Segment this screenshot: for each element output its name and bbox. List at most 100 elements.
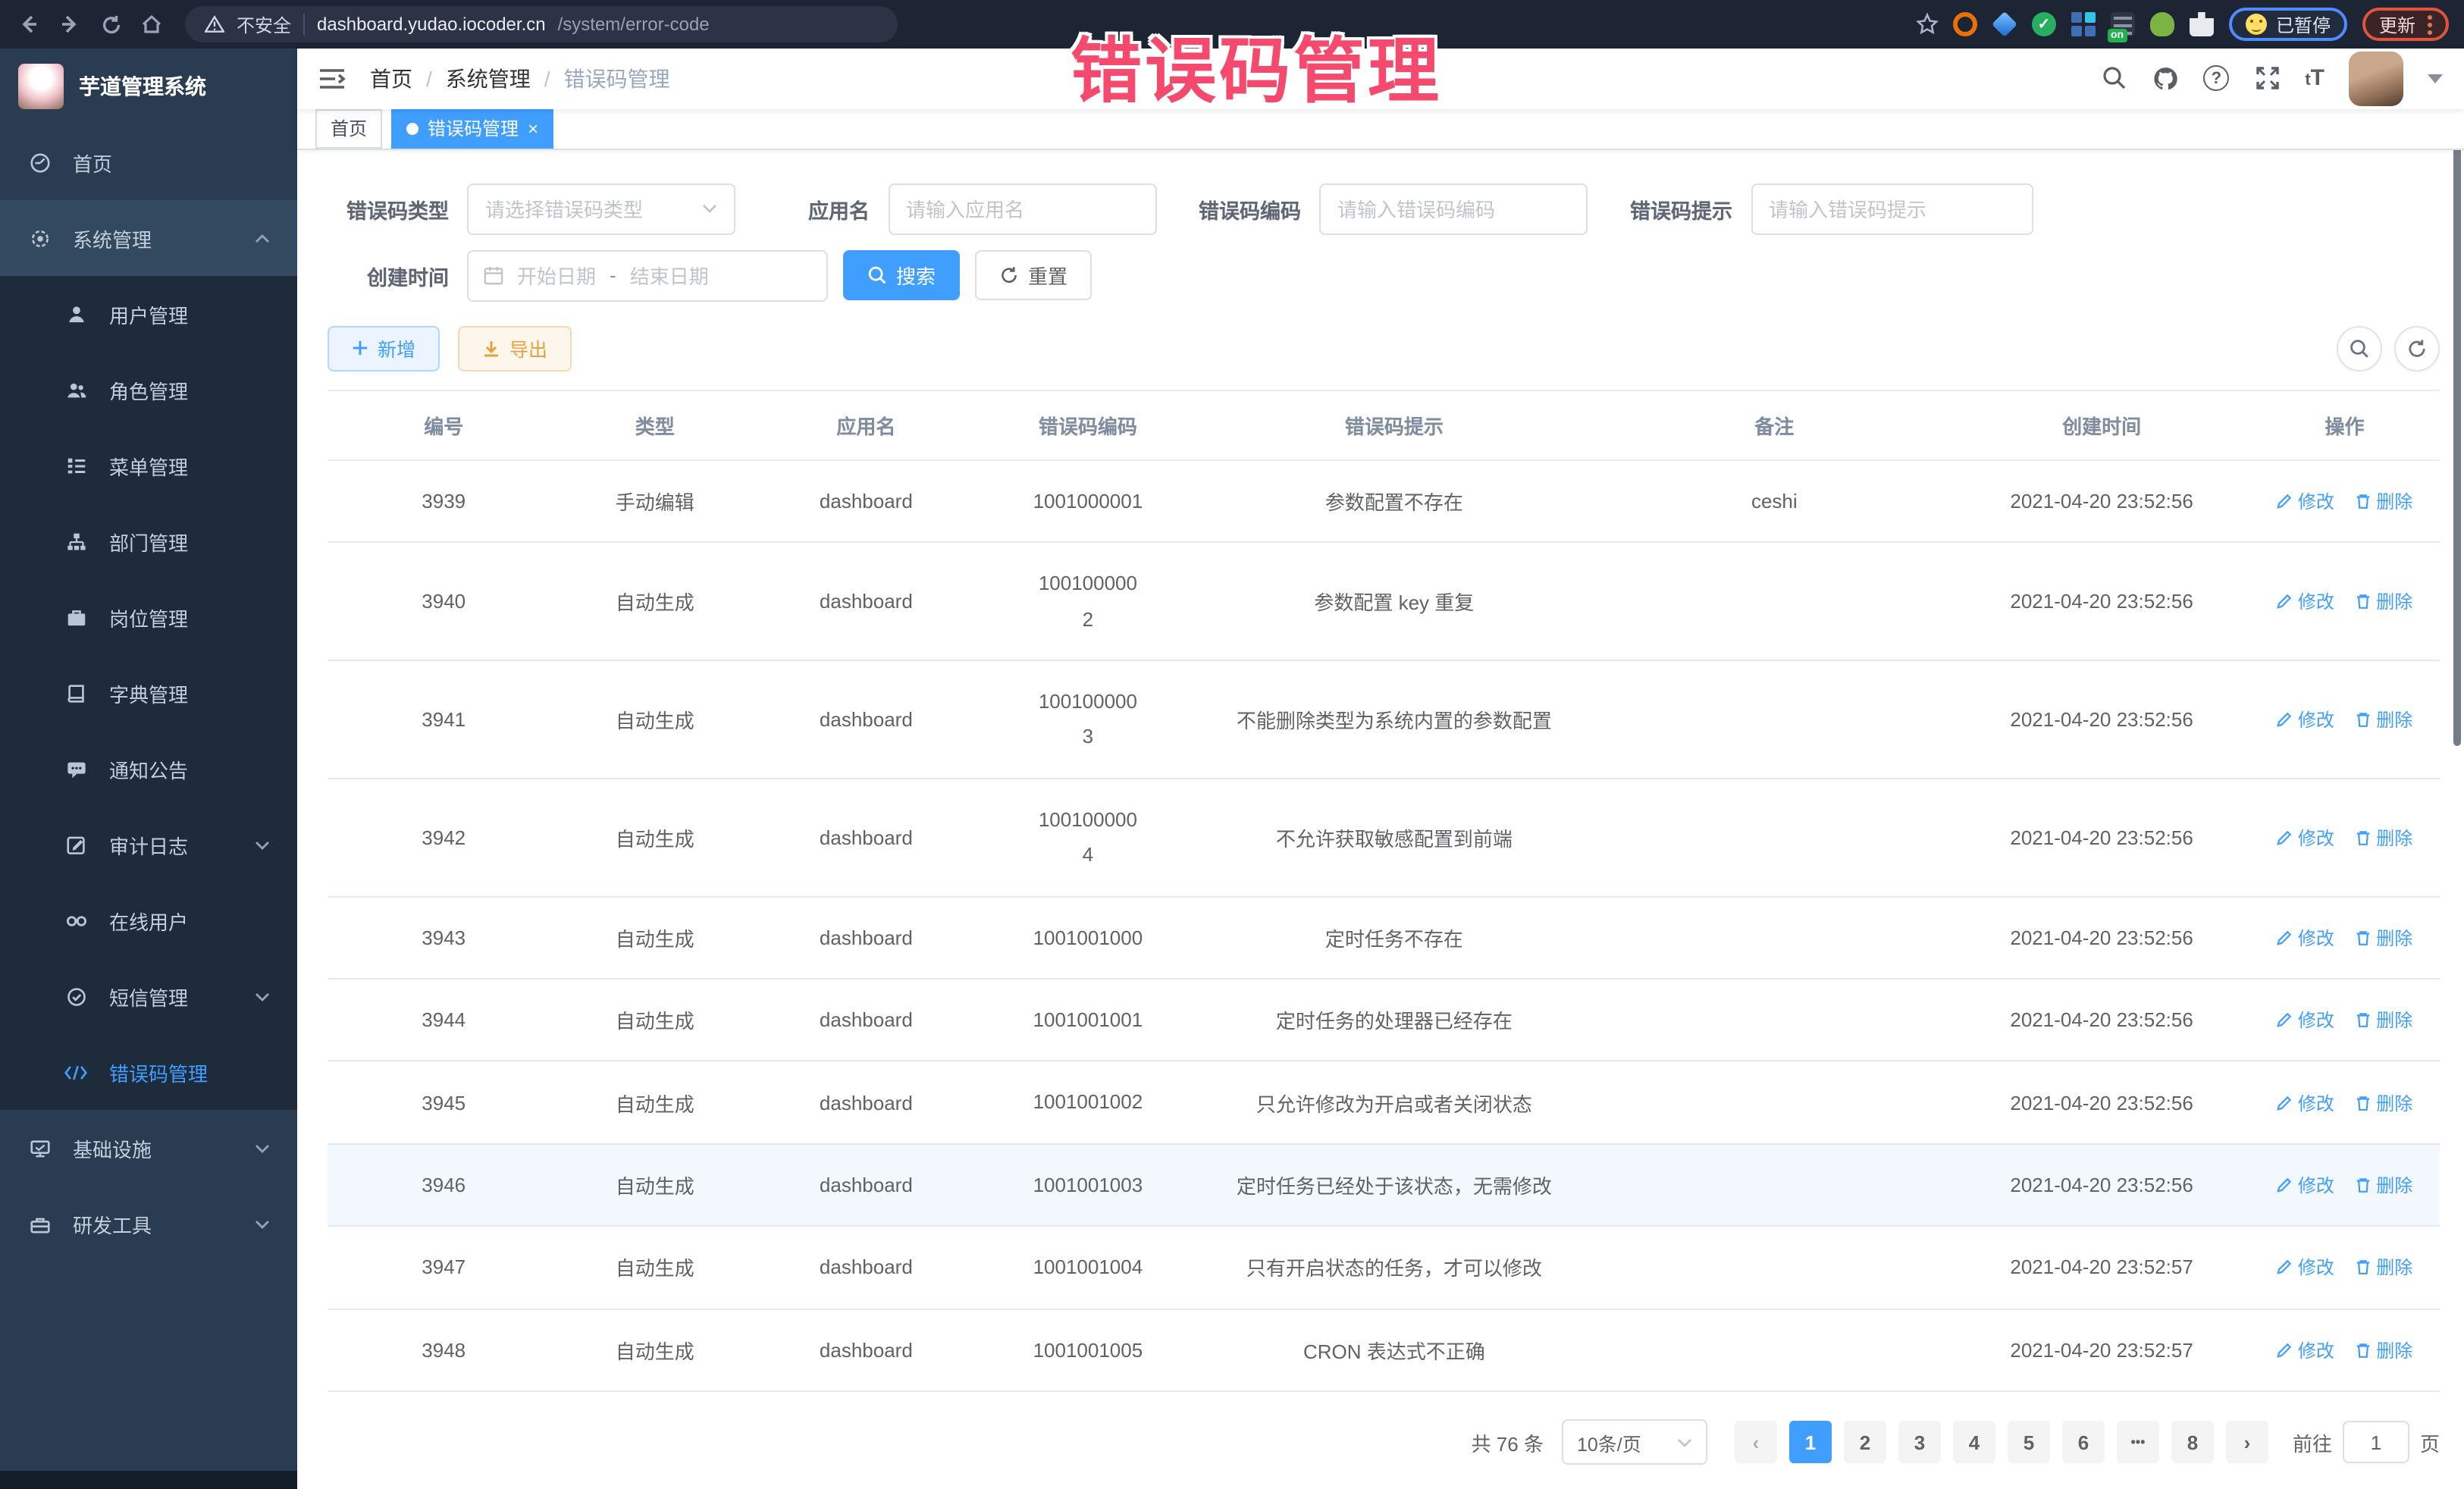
delete-link[interactable]: 删除 bbox=[2355, 925, 2412, 951]
tag-home[interactable]: 首页 bbox=[315, 109, 382, 149]
pager-prev-button[interactable]: ‹ bbox=[1735, 1421, 1777, 1463]
sidebar-item-devtools[interactable]: 研发工具 bbox=[0, 1186, 297, 1262]
toggle-search-icon-button[interactable] bbox=[2337, 326, 2382, 371]
breadcrumb: 首页 / 系统管理 / 错误码管理 bbox=[370, 64, 670, 94]
edit-link[interactable]: 修改 bbox=[2277, 1089, 2334, 1115]
delete-link[interactable]: 删除 bbox=[2355, 825, 2412, 851]
cell-ops: 修改 删除 bbox=[2249, 1061, 2440, 1144]
sidebar-item-notices[interactable]: 通知公告 bbox=[0, 731, 297, 807]
sidebar-item-label: 用户管理 bbox=[109, 299, 188, 328]
delete-link[interactable]: 删除 bbox=[2355, 588, 2412, 614]
github-icon[interactable] bbox=[2152, 65, 2179, 92]
delete-link[interactable]: 删除 bbox=[2355, 488, 2412, 514]
font-size-icon[interactable]: tT bbox=[2305, 66, 2324, 92]
sidebar-item-sms[interactable]: 短信管理 bbox=[0, 958, 297, 1034]
breadcrumb-home[interactable]: 首页 bbox=[370, 64, 412, 94]
error-type-select[interactable]: 请选择错误码类型 bbox=[467, 183, 735, 235]
extension-list-icon[interactable]: on bbox=[2111, 12, 2135, 36]
plus-icon bbox=[352, 340, 368, 357]
pager-page-5[interactable]: 5 bbox=[2008, 1421, 2050, 1463]
browser-menu-icon[interactable] bbox=[2428, 14, 2432, 34]
add-button[interactable]: 新增 bbox=[328, 326, 440, 371]
sidebar-item-system[interactable]: 系统管理 bbox=[0, 200, 297, 276]
reset-button[interactable]: 重置 bbox=[975, 251, 1092, 301]
edit-link[interactable]: 修改 bbox=[2277, 925, 2334, 951]
search-button[interactable]: 搜索 bbox=[843, 251, 960, 301]
edit-link[interactable]: 修改 bbox=[2277, 1172, 2334, 1198]
security-label[interactable]: 不安全 bbox=[237, 11, 291, 37]
extension-figure-icon[interactable] bbox=[2150, 12, 2174, 36]
extension-grid-icon[interactable] bbox=[2071, 12, 2096, 36]
sidebar-item-online-users[interactable]: 在线用户 bbox=[0, 882, 297, 958]
browser-update-button[interactable]: 更新 bbox=[2362, 8, 2449, 41]
cell-app: dashboard bbox=[750, 1061, 982, 1144]
cell-code: 1001001005 bbox=[983, 1309, 1194, 1391]
pager-ellipsis[interactable]: ••• bbox=[2117, 1421, 2159, 1463]
pager-page-1[interactable]: 1 bbox=[1789, 1421, 1832, 1463]
reload-icon[interactable] bbox=[97, 11, 124, 38]
delete-link[interactable]: 删除 bbox=[2355, 1007, 2412, 1033]
profile-paused-pill[interactable]: 已暂停 bbox=[2229, 8, 2347, 41]
error-code-input[interactable]: 请输入错误码编码 bbox=[1319, 183, 1588, 235]
hamburger-icon[interactable] bbox=[318, 67, 346, 91]
breadcrumb-system[interactable]: 系统管理 bbox=[446, 64, 531, 94]
goto-page-input[interactable] bbox=[2343, 1421, 2409, 1463]
date-range-picker[interactable]: 开始日期 - 结束日期 bbox=[467, 250, 828, 302]
sidebar-item-home[interactable]: 首页 bbox=[0, 124, 297, 200]
pager-page-4[interactable]: 4 bbox=[1953, 1421, 1995, 1463]
sidebar-item-label: 短信管理 bbox=[109, 982, 188, 1011]
pager-page-3[interactable]: 3 bbox=[1898, 1421, 1941, 1463]
sidebar-item-menus[interactable]: 菜单管理 bbox=[0, 428, 297, 503]
address-bar[interactable]: 不安全 dashboard.yudao.iocoder.cn/system/er… bbox=[185, 6, 898, 42]
home-icon[interactable] bbox=[138, 11, 165, 38]
edit-link[interactable]: 修改 bbox=[2277, 707, 2334, 732]
extensions-puzzle-icon[interactable] bbox=[2190, 12, 2214, 36]
sidebar-collapse-bar[interactable] bbox=[0, 1471, 297, 1489]
edit-link[interactable]: 修改 bbox=[2277, 825, 2334, 851]
delete-link[interactable]: 删除 bbox=[2355, 1255, 2412, 1281]
sidebar-item-infrastructure[interactable]: 基础设施 bbox=[0, 1110, 297, 1186]
edit-link[interactable]: 修改 bbox=[2277, 1337, 2334, 1363]
sidebar-item-audit-log[interactable]: 审计日志 bbox=[0, 807, 297, 882]
delete-link[interactable]: 删除 bbox=[2355, 1089, 2412, 1115]
scrollbar-thumb[interactable] bbox=[2453, 109, 2461, 746]
export-button[interactable]: 导出 bbox=[458, 326, 572, 371]
pager-next-button[interactable]: › bbox=[2226, 1421, 2268, 1463]
pager-page-8[interactable]: 8 bbox=[2171, 1421, 2214, 1463]
sidebar-item-dictionary[interactable]: 字典管理 bbox=[0, 655, 297, 731]
pager-page-2[interactable]: 2 bbox=[1844, 1421, 1886, 1463]
delete-link[interactable]: 删除 bbox=[2355, 1337, 2412, 1363]
search-icon[interactable] bbox=[2100, 65, 2127, 92]
sidebar-item-departments[interactable]: 部门管理 bbox=[0, 503, 297, 579]
edit-link[interactable]: 修改 bbox=[2277, 588, 2334, 614]
tag-close-icon[interactable]: × bbox=[528, 120, 538, 138]
edit-link[interactable]: 修改 bbox=[2277, 488, 2334, 514]
back-icon[interactable] bbox=[15, 11, 42, 38]
avatar-caret-icon[interactable] bbox=[2428, 74, 2443, 83]
page-size-select[interactable]: 10条/页 bbox=[1562, 1419, 1707, 1465]
cell-ops: 修改 删除 bbox=[2249, 1226, 2440, 1309]
sidebar-item-users[interactable]: 用户管理 bbox=[0, 276, 297, 352]
user-avatar[interactable] bbox=[2349, 52, 2403, 106]
sidebar-logo[interactable]: 芋道管理系统 bbox=[0, 49, 297, 124]
extension-check-icon[interactable]: ✓ bbox=[2032, 12, 2056, 36]
tag-error-code[interactable]: 错误码管理 × bbox=[391, 109, 553, 149]
sidebar-item-roles[interactable]: 角色管理 bbox=[0, 352, 297, 428]
extension-orange-icon[interactable] bbox=[1953, 12, 1977, 36]
edit-link[interactable]: 修改 bbox=[2277, 1255, 2334, 1281]
help-icon[interactable]: ? bbox=[2203, 66, 2229, 92]
refresh-table-icon-button[interactable] bbox=[2394, 326, 2440, 371]
app-name-input[interactable]: 请输入应用名 bbox=[888, 183, 1156, 235]
extension-gem-icon[interactable] bbox=[1992, 12, 2017, 36]
sidebar-item-label: 在线用户 bbox=[109, 906, 188, 935]
delete-link[interactable]: 删除 bbox=[2355, 707, 2412, 732]
sidebar-item-error-code[interactable]: 错误码管理 bbox=[0, 1034, 297, 1110]
bookmark-star-icon[interactable] bbox=[1915, 12, 1939, 36]
delete-link[interactable]: 删除 bbox=[2355, 1172, 2412, 1198]
sidebar-item-posts[interactable]: 岗位管理 bbox=[0, 579, 297, 655]
pager-page-6[interactable]: 6 bbox=[2062, 1421, 2105, 1463]
error-hint-input[interactable]: 请输入错误码提示 bbox=[1751, 183, 2033, 235]
forward-icon[interactable] bbox=[56, 11, 83, 38]
fullscreen-icon[interactable] bbox=[2253, 65, 2281, 92]
edit-link[interactable]: 修改 bbox=[2277, 1007, 2334, 1033]
